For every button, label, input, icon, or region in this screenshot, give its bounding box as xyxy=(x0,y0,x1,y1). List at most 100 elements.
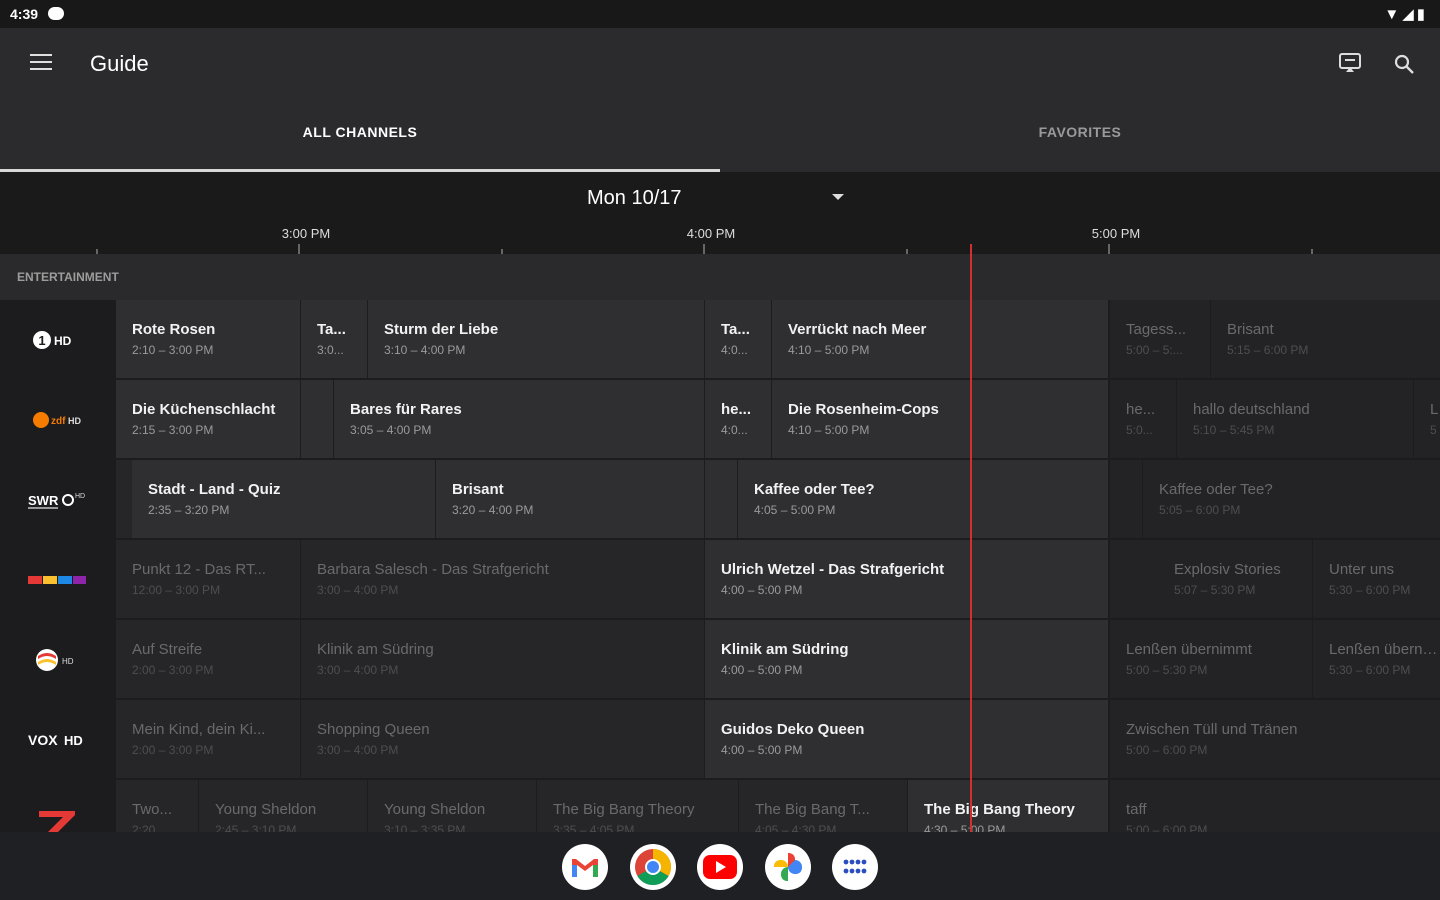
channel-logo-swr[interactable]: SWR HD xyxy=(0,460,114,540)
ard-logo-icon: 1 HD xyxy=(33,331,72,349)
program-cell[interactable]: Young Sheldon 3:10 – 3:35 PM xyxy=(368,780,536,832)
program-cell[interactable]: The Big Bang Theory 3:35 – 4:05 PM xyxy=(537,780,738,832)
channel-logo-rtl[interactable] xyxy=(0,540,114,620)
program-cell[interactable]: Punkt 12 - Das RT... 12:00 – 3:00 PM xyxy=(116,540,300,618)
timeline-label: 4:00 PM xyxy=(686,226,736,241)
program-cell-empty[interactable] xyxy=(705,460,737,538)
tab-all-channels[interactable]: ALL CHANNELS xyxy=(0,124,720,140)
program-cell[interactable]: Brisant 3:20 – 4:00 PM xyxy=(436,460,704,538)
program-cell[interactable]: Klinik am Südring 3:00 – 4:00 PM xyxy=(301,620,704,698)
program-cell[interactable]: Ta... 3:0... xyxy=(301,300,367,378)
app-bar: Guide ALL CHANNELS FAVORITES xyxy=(0,28,1440,172)
channel-logo-prosieben[interactable] xyxy=(0,780,114,832)
program-cell[interactable]: Rote Rosen 2:10 – 3:00 PM xyxy=(116,300,300,378)
program-cell[interactable]: Verrückt nach Meer 4:10 – 5:00 PM xyxy=(772,300,1108,378)
program-cell[interactable]: Barbara Salesch - Das Strafgericht 3:00 –… xyxy=(301,540,704,618)
channel-row: VOX HD Mein Kind, dein Ki... 2:00 – 3:00 … xyxy=(0,700,1440,780)
program-cell[interactable]: The Big Bang T... 4:05 – 4:30 PM xyxy=(739,780,907,832)
program-cell[interactable]: Sturm der Liebe 3:10 – 4:00 PM xyxy=(368,300,704,378)
timeline-label: 3:00 PM xyxy=(281,226,331,241)
search-icon[interactable] xyxy=(1392,52,1416,76)
page-title: Guide xyxy=(90,51,149,76)
program-cell[interactable]: he... 4:0... xyxy=(705,380,771,458)
program-cell-empty[interactable] xyxy=(301,380,333,458)
gmail-app-icon[interactable] xyxy=(562,844,608,890)
channel-row: Punkt 12 - Das RT... 12:00 – 3:00 PM Barb… xyxy=(0,540,1440,620)
timeline-tick xyxy=(1108,244,1110,254)
zdf-logo-icon: zdf HD xyxy=(33,412,81,428)
program-cell-empty[interactable] xyxy=(116,460,132,538)
photos-app-icon[interactable] xyxy=(765,844,811,890)
channel-logo-ard[interactable]: 1 HD xyxy=(0,300,114,380)
svg-text:SWR: SWR xyxy=(28,493,59,508)
channel-row: HD Auf Streife 2:00 – 3:00 PM Klinik am S… xyxy=(0,620,1440,700)
timeline-label: 5:00 PM xyxy=(1091,226,1141,241)
prosieben-logo-icon xyxy=(39,811,75,832)
sat1-logo-icon: HD xyxy=(36,649,74,671)
vox-logo-icon: VOX HD xyxy=(28,732,83,748)
chrome-app-icon[interactable] xyxy=(630,844,676,890)
cast-icon[interactable] xyxy=(1338,52,1362,74)
channel-logo-zdf[interactable]: zdf HD xyxy=(0,380,114,460)
message-notification-icon xyxy=(48,7,64,20)
app-drawer-icon[interactable] xyxy=(832,844,878,890)
program-cell[interactable]: Kaffee oder Tee? 5:05 – 6:00 PM xyxy=(1143,460,1440,538)
program-cell[interactable]: Tagess... 5:00 – 5:... xyxy=(1110,300,1210,378)
channel-row: zdf HD Die Küchenschlacht 2:15 – 3:00 PM … xyxy=(0,380,1440,460)
svg-text:HD: HD xyxy=(68,416,81,426)
program-cell[interactable]: Lenßen übernimmt 5:00 – 5:30 PM xyxy=(1110,620,1312,698)
svg-text:HD: HD xyxy=(75,493,85,500)
category-header: ENTERTAINMENT xyxy=(0,254,1440,300)
program-cell[interactable]: Die Rosenheim-Cops 4:10 – 5:00 PM xyxy=(772,380,1108,458)
svg-text:HD: HD xyxy=(62,657,74,666)
guide-grid: 1 HD Rote Rosen 2:10 – 3:00 PM Ta... 3:0..… xyxy=(0,300,1440,832)
program-cell[interactable]: Two... 2:20 xyxy=(116,780,198,832)
tab-favorites[interactable]: FAVORITES xyxy=(720,124,1440,140)
program-cell[interactable]: Shopping Queen 3:00 – 4:00 PM xyxy=(301,700,704,778)
program-cell[interactable]: Lenßen übernimmt5:30 – 6:00 PM xyxy=(1313,620,1440,698)
youtube-icon xyxy=(703,855,737,879)
photos-icon xyxy=(774,853,802,881)
program-cell[interactable]: Bares für Rares 3:05 – 4:00 PM xyxy=(334,380,704,458)
svg-text:1: 1 xyxy=(38,333,45,348)
program-cell[interactable]: Brisant 5:15 – 6:00 PM xyxy=(1211,300,1440,378)
program-cell[interactable]: L5 xyxy=(1414,380,1440,458)
program-cell[interactable]: Klinik am Südring 4:00 – 5:00 PM xyxy=(705,620,1108,698)
youtube-app-icon[interactable] xyxy=(697,844,743,890)
chevron-down-icon[interactable] xyxy=(832,194,844,200)
svg-text:zdf: zdf xyxy=(51,416,66,427)
program-cell[interactable]: The Big Bang Theory 4:30 – 5:00 PM xyxy=(908,780,1108,832)
svg-text:VOX: VOX xyxy=(28,732,58,748)
program-cell[interactable]: he... 5:0... xyxy=(1110,380,1176,458)
channel-logo-sat1[interactable]: HD xyxy=(0,620,114,700)
channel-row: Two... 2:20 Young Sheldon 2:45 – 3:10 PM Y… xyxy=(0,780,1440,832)
program-cell[interactable]: Mein Kind, dein Ki... 2:00 – 3:00 PM xyxy=(116,700,300,778)
grid-dots-icon xyxy=(843,859,867,874)
program-cell[interactable]: taff 5:00 – 6:00 PM xyxy=(1110,780,1440,832)
program-cell[interactable]: Guidos Deko Queen 4:00 – 5:00 PM xyxy=(705,700,1108,778)
date-selector[interactable]: Mon 10/17 xyxy=(587,187,682,210)
channel-logo-vox[interactable]: VOX HD xyxy=(0,700,114,780)
program-cell[interactable]: Unter uns 5:30 – 6:00 PM xyxy=(1313,540,1440,618)
category-label: ENTERTAINMENT xyxy=(17,270,119,284)
program-cell[interactable]: hallo deutschland 5:10 – 5:45 PM xyxy=(1177,380,1413,458)
program-cell[interactable]: Die Küchenschlacht 2:15 – 3:00 PM xyxy=(116,380,300,458)
rtl-logo-icon xyxy=(28,576,86,584)
program-cell[interactable]: Ulrich Wetzel - Das Strafgericht 4:00 – 5… xyxy=(705,540,1108,618)
program-cell[interactable]: Ta... 4:0... xyxy=(705,300,771,378)
program-cell-empty[interactable] xyxy=(1110,540,1158,618)
chrome-icon xyxy=(635,849,672,886)
program-cell[interactable]: Young Sheldon 2:45 – 3:10 PM xyxy=(199,780,367,832)
svg-text:HD: HD xyxy=(64,733,83,748)
system-indicators-icon: ▼◢▮ xyxy=(1384,6,1428,23)
program-cell[interactable]: Stadt - Land - Quiz 2:35 – 3:20 PM xyxy=(132,460,435,538)
program-cell-empty[interactable] xyxy=(1110,460,1142,538)
program-cell[interactable]: Explosiv Stories 5:07 – 5:30 PM xyxy=(1158,540,1312,618)
timeline-header: Mon 10/17 3:00 PM 4:00 PM 5:00 PM xyxy=(0,172,1440,254)
program-cell[interactable]: Zwischen Tüll und Tränen 5:00 – 6:00 PM xyxy=(1110,700,1440,778)
program-cell[interactable]: Auf Streife 2:00 – 3:00 PM xyxy=(116,620,300,698)
timeline-tick xyxy=(703,244,705,254)
menu-icon[interactable] xyxy=(30,54,52,72)
status-time: 4:39 xyxy=(10,6,39,22)
program-cell[interactable]: Kaffee oder Tee? 4:05 – 5:00 PM xyxy=(738,460,1108,538)
